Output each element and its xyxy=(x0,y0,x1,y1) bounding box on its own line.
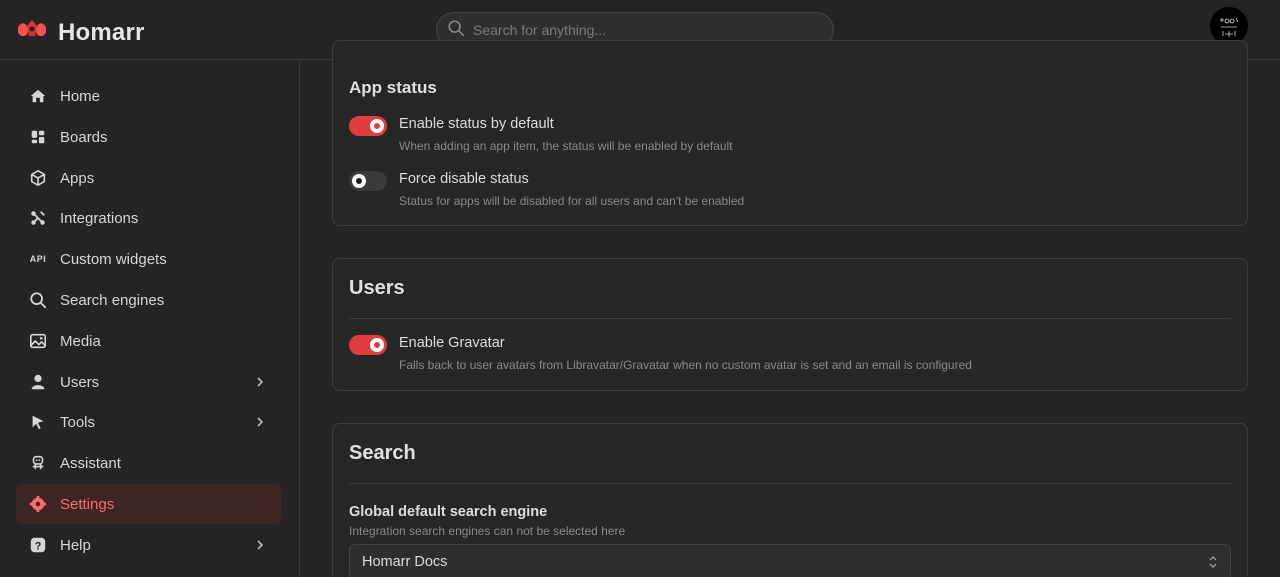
gravatar-toggle[interactable] xyxy=(349,335,387,355)
chevron-right-icon xyxy=(257,377,264,387)
plug-icon xyxy=(28,208,48,228)
search-engine-select[interactable]: Homarr Docs xyxy=(349,544,1231,577)
gravatar-label: Enable Gravatar xyxy=(399,335,505,351)
svg-text:?: ? xyxy=(35,541,42,553)
api-icon-text: API xyxy=(29,254,47,264)
sidebar-item-label: Boards xyxy=(60,128,108,146)
sidebar-item-label: Media xyxy=(60,332,101,350)
divider xyxy=(349,483,1231,484)
force-disable-description: Status for apps will be disabled for all… xyxy=(399,194,745,208)
logo[interactable]: Homarr xyxy=(16,14,145,51)
brand-name: Homarr xyxy=(58,18,145,46)
user-icon xyxy=(28,372,48,392)
search-engine-description: Integration search engines can not be se… xyxy=(349,524,626,538)
gravatar-description: Falls back to user avatars from Libravat… xyxy=(399,358,972,372)
sidebar-item-users[interactable]: Users xyxy=(16,362,281,402)
api-icon: API xyxy=(28,249,48,269)
sidebar-item-label: Search engines xyxy=(60,291,165,309)
sidebar-item-boards[interactable]: Boards xyxy=(16,117,281,157)
force-disable-label: Force disable status xyxy=(399,171,529,187)
sidebar-item-tools[interactable]: Tools xyxy=(16,402,281,442)
boards-icon xyxy=(28,127,48,147)
sidebar-item-label: Home xyxy=(60,87,101,105)
box-icon xyxy=(28,168,48,188)
sidebar-item-label: Integrations xyxy=(60,209,139,227)
image-icon xyxy=(28,331,48,351)
search-input[interactable] xyxy=(473,22,803,38)
sidebar: Home Boards Apps Integrations API Custom… xyxy=(0,60,300,577)
search-engine-value: Homarr Docs xyxy=(362,554,448,570)
chevron-up-down-icon xyxy=(1209,556,1217,568)
search-card: Search Global default search engine Inte… xyxy=(332,423,1248,577)
sidebar-item-apps[interactable]: Apps xyxy=(16,158,281,198)
sidebar-item-label: Tools xyxy=(60,413,96,431)
question-icon: ? xyxy=(28,535,48,555)
enable-status-description: When adding an app item, the status will… xyxy=(399,139,733,153)
home-icon xyxy=(28,86,48,106)
chevron-right-icon xyxy=(257,417,264,427)
sidebar-item-label: Assistant xyxy=(60,454,121,472)
homarr-logo-icon xyxy=(16,14,48,51)
users-card: Users Enable Gravatar Falls back to user… xyxy=(332,258,1248,391)
divider xyxy=(349,318,1231,319)
users-title: Users xyxy=(349,277,405,299)
sidebar-item-assistant[interactable]: Assistant xyxy=(16,443,281,483)
gear-icon xyxy=(28,494,48,514)
sidebar-item-media[interactable]: Media xyxy=(16,321,281,361)
sidebar-item-label: Help xyxy=(60,536,91,554)
app-status-card: App status Enable status by default When… xyxy=(332,40,1248,226)
sidebar-item-label: Custom widgets xyxy=(60,250,167,268)
search-engine-label: Global default search engine xyxy=(349,504,548,520)
app-status-title: App status xyxy=(349,78,437,97)
enable-status-label: Enable status by default xyxy=(399,116,554,132)
sidebar-item-home[interactable]: Home xyxy=(16,76,281,116)
robot-icon xyxy=(28,453,48,473)
force-disable-toggle[interactable] xyxy=(349,171,387,191)
enable-status-toggle[interactable] xyxy=(349,116,387,136)
sidebar-item-help[interactable]: ? Help xyxy=(16,525,281,565)
search-icon xyxy=(447,19,465,42)
sidebar-item-label: Users xyxy=(60,373,100,391)
sidebar-item-custom-widgets[interactable]: API Custom widgets xyxy=(16,239,281,279)
search-title: Search xyxy=(349,442,416,464)
sidebar-item-search-engines[interactable]: Search engines xyxy=(16,280,281,320)
pointer-icon xyxy=(28,412,48,432)
sidebar-item-settings[interactable]: Settings xyxy=(16,484,281,524)
sidebar-item-integrations[interactable]: Integrations xyxy=(16,198,281,238)
sidebar-item-label: Settings xyxy=(60,495,115,513)
search-icon xyxy=(28,290,48,310)
chevron-right-icon xyxy=(257,540,264,550)
sidebar-item-label: Apps xyxy=(60,169,95,187)
